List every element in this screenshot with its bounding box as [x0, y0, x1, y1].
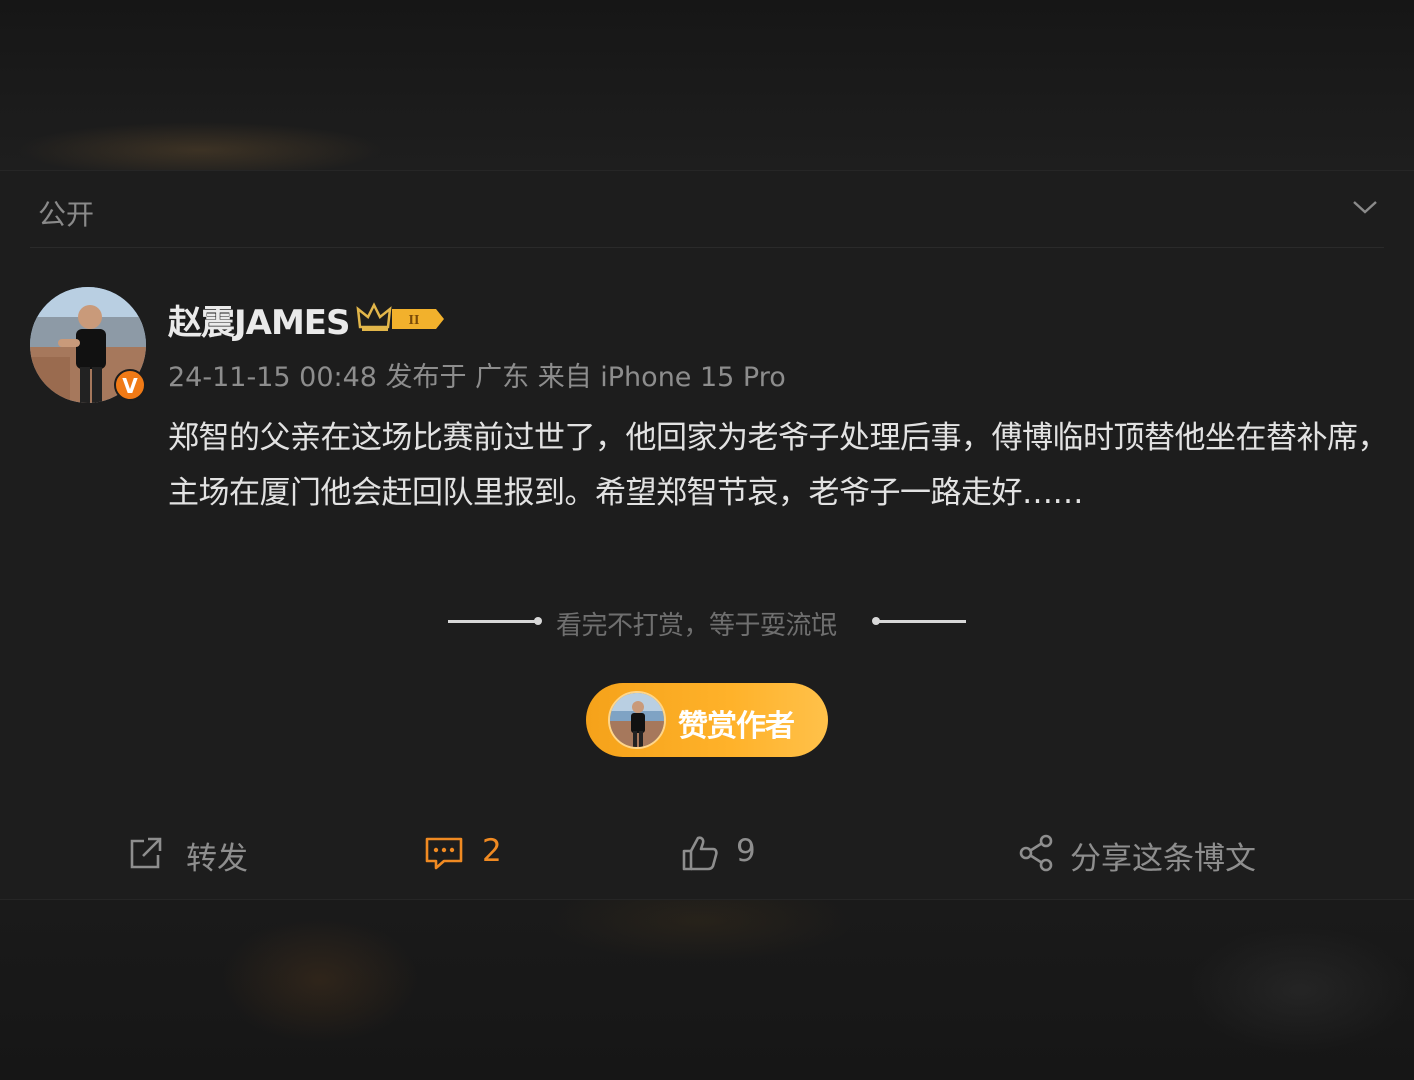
blurred-background-bottom	[0, 900, 1414, 1080]
thumbs-up-icon	[682, 836, 718, 871]
comment-count: 2	[482, 833, 502, 869]
reward-button-label: 赞赏作者	[678, 709, 795, 744]
post-card: 公开 V 赵震JAMES II 24-11-15 00:48 发布于 广东 来自…	[0, 170, 1414, 900]
post-content: 郑智的父亲在这场比赛前过世了，他回家为老爷子处理后事，傅博临时顶替他坐在替补席，…	[168, 420, 1389, 511]
share-icon	[1019, 834, 1053, 872]
comment-icon	[425, 837, 463, 870]
chevron-down-icon[interactable]	[1352, 199, 1378, 215]
blurred-background-top	[0, 0, 1414, 170]
reward-avatar	[608, 691, 666, 749]
author-name[interactable]: 赵震JAMES	[168, 295, 351, 344]
reward-prompt: 看完不打赏，等于耍流氓	[0, 603, 1414, 641]
visibility-bar[interactable]: 公开	[30, 171, 1384, 248]
divider-dot-left	[534, 617, 542, 625]
like-button[interactable]: 9	[680, 831, 770, 875]
visibility-label: 公开	[38, 198, 95, 231]
post-meta: 24-11-15 00:48 发布于 广东 来自 iPhone 15 Pro	[168, 362, 786, 393]
like-count: 9	[736, 833, 756, 869]
repost-button[interactable]: 转发	[126, 831, 266, 877]
verified-badge: V	[114, 369, 146, 401]
divider-left	[448, 620, 538, 623]
action-bar: 转发 2 9 分享这条博文	[0, 821, 1414, 887]
comment-button[interactable]: 2	[424, 831, 524, 875]
divider-right	[876, 620, 966, 623]
share-label: 分享这条博文	[1070, 841, 1256, 877]
reward-avatar-photo	[610, 693, 664, 747]
vip-crown-badge-icon[interactable]: II	[356, 301, 448, 335]
reward-author-button[interactable]: 赞赏作者	[586, 683, 828, 757]
weibo-post-page: 公开 V 赵震JAMES II 24-11-15 00:48 发布于 广东 来自…	[0, 0, 1414, 1080]
repost-icon	[130, 837, 162, 869]
vip-level-text: II	[409, 313, 420, 328]
repost-label: 转发	[186, 841, 248, 877]
share-button[interactable]: 分享这条博文	[1018, 831, 1258, 877]
reward-prompt-text: 看完不打赏，等于耍流氓	[556, 611, 837, 641]
